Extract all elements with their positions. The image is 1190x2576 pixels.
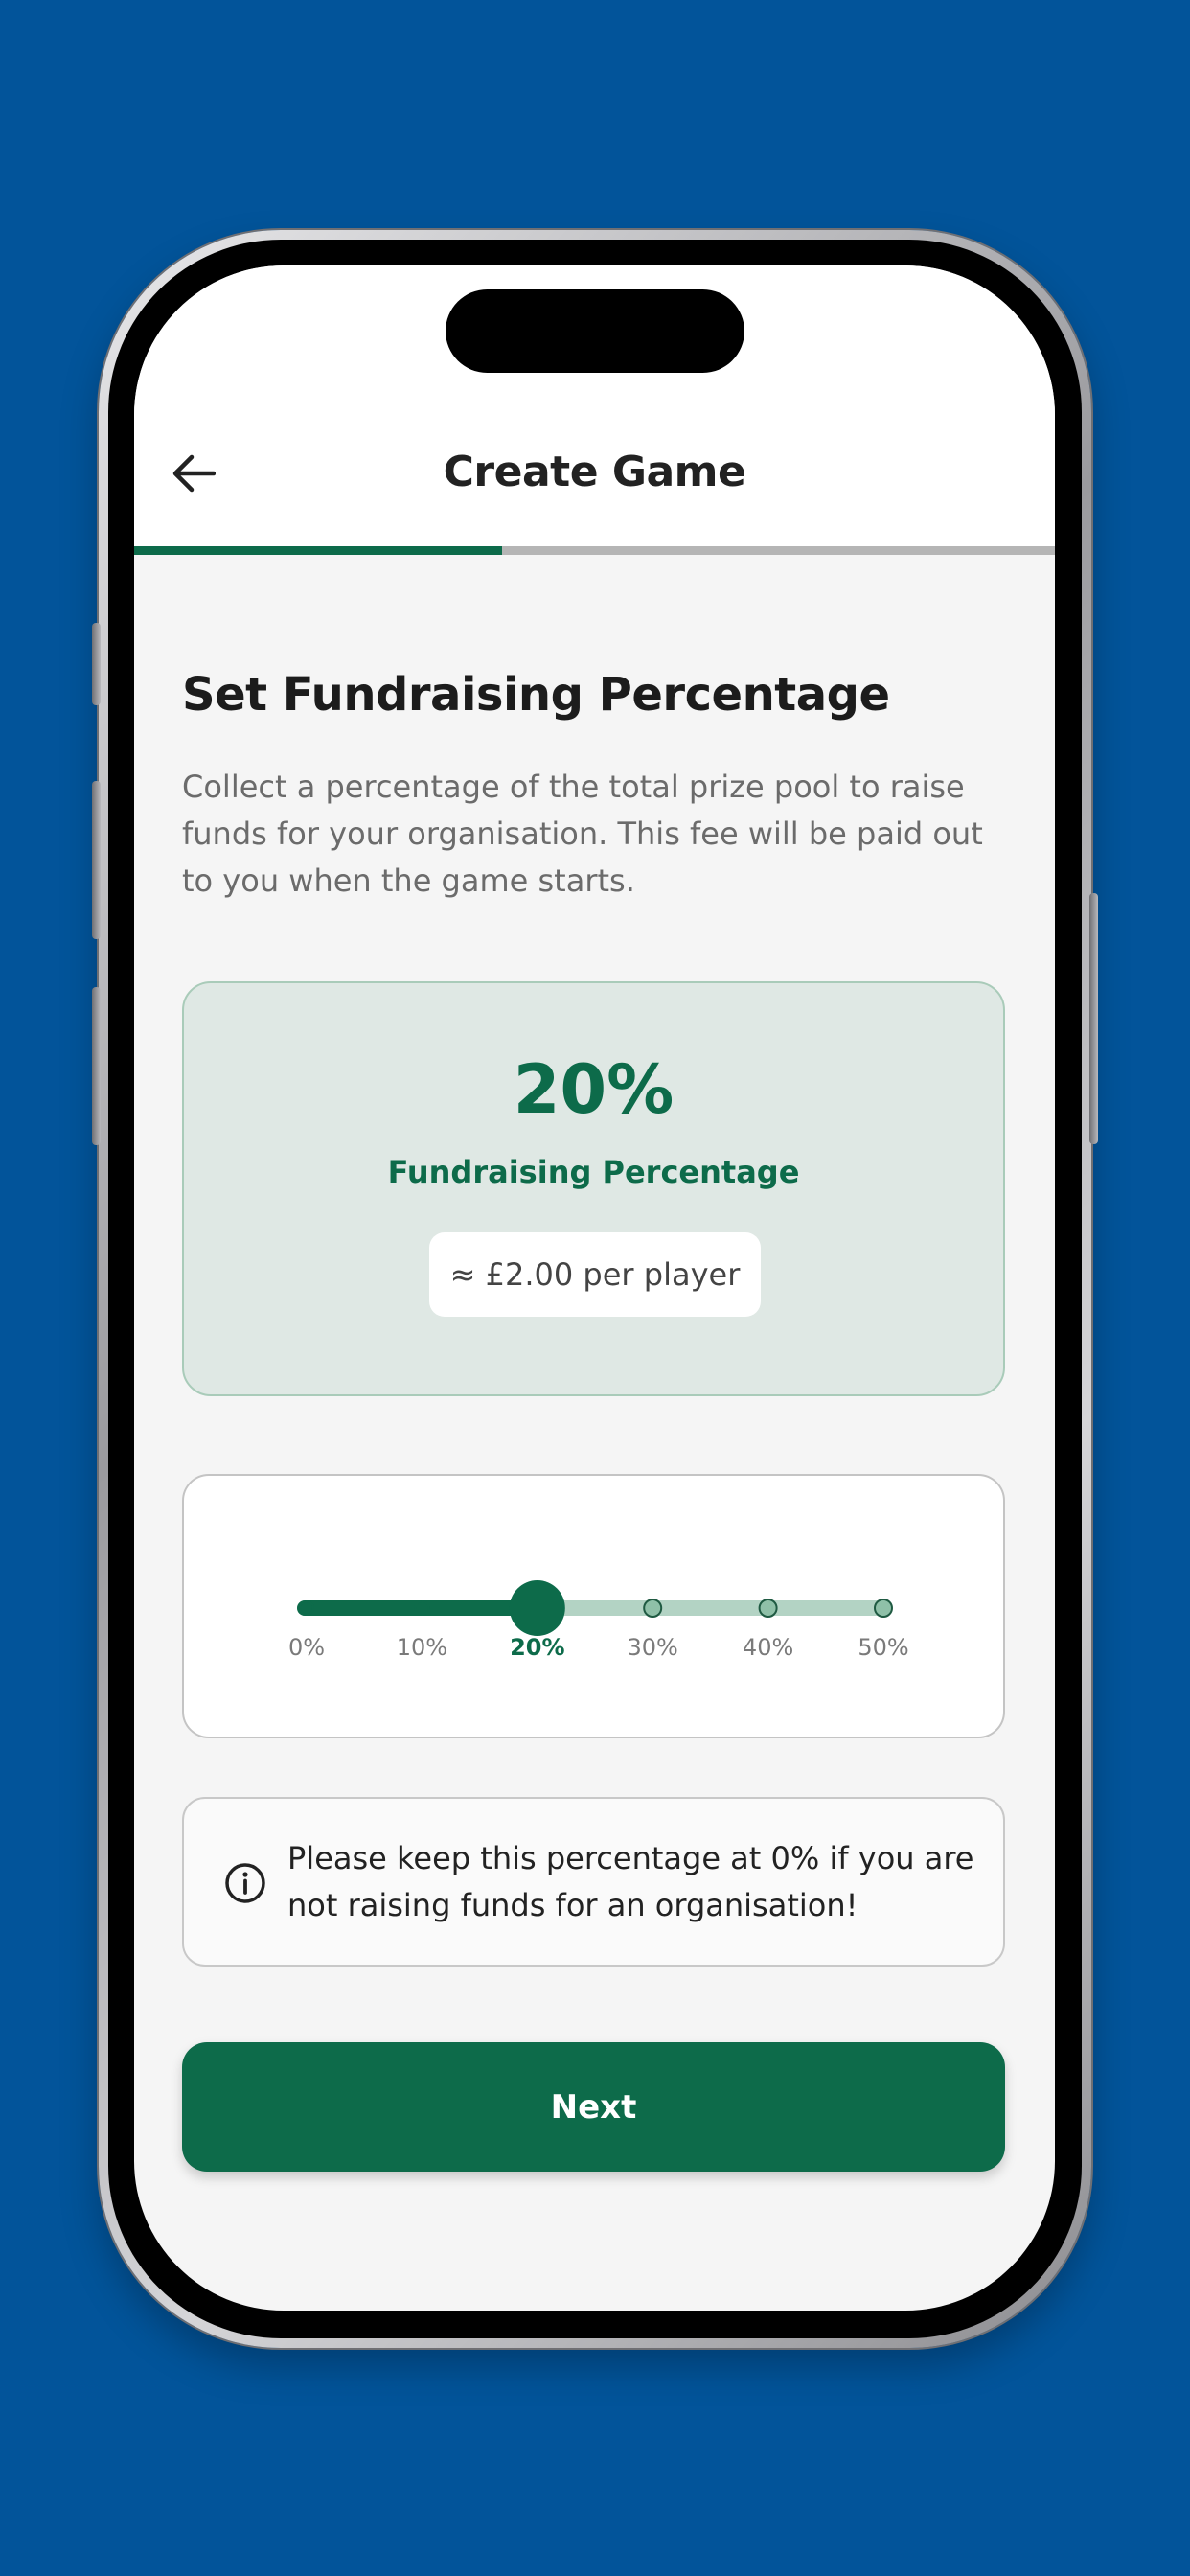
slider-tick-10[interactable] <box>414 1600 430 1616</box>
step-progress-fill <box>134 546 503 555</box>
volume-down-button <box>92 987 101 1145</box>
percentage-label: Fundraising Percentage <box>387 1154 800 1190</box>
info-icon <box>225 1863 265 1903</box>
app-screen: Create Game Set Fundraising Percentage C… <box>134 265 1055 2311</box>
slider-tick-label: 50% <box>858 1634 909 1661</box>
notice-text: Please keep this percentage at 0% if you… <box>287 1840 974 1923</box>
slider-tick-label: 40% <box>742 1634 794 1661</box>
slider-tick-label: 10% <box>396 1634 448 1661</box>
step-progress-bar <box>134 546 1055 555</box>
slider-tick-label: 20% <box>510 1634 565 1661</box>
dynamic-island <box>446 289 744 373</box>
volume-up-button <box>92 781 101 939</box>
slider-tick-0[interactable] <box>299 1600 314 1616</box>
slider-tick-label: 0% <box>287 1634 326 1661</box>
notice-card: Please keep this percentage at 0% if you… <box>182 1797 1005 1966</box>
power-button <box>1089 893 1098 1144</box>
slider-tick-label: 30% <box>627 1634 678 1661</box>
section-title: Set Fundraising Percentage <box>182 668 890 722</box>
section-description: Collect a percentage of the total prize … <box>182 769 983 899</box>
slider-tick-30[interactable] <box>643 1598 663 1618</box>
slider-tick-40[interactable] <box>758 1598 778 1618</box>
action-button <box>92 623 101 705</box>
per-player-amount: ≈ £2.00 per player <box>429 1232 761 1317</box>
percentage-slider-card: 0% 10% 20% 30% 40% 50% <box>182 1474 1005 1738</box>
slider-thumb[interactable] <box>509 1580 565 1636</box>
percentage-value: 20% <box>513 1050 675 1129</box>
next-button[interactable]: Next <box>182 2042 1005 2172</box>
percentage-slider[interactable] <box>184 1476 1007 1740</box>
slider-tick-50[interactable] <box>874 1598 893 1618</box>
page-title: Create Game <box>443 448 746 496</box>
fundraising-summary-card: 20% Fundraising Percentage ≈ £2.00 per p… <box>182 981 1005 1396</box>
